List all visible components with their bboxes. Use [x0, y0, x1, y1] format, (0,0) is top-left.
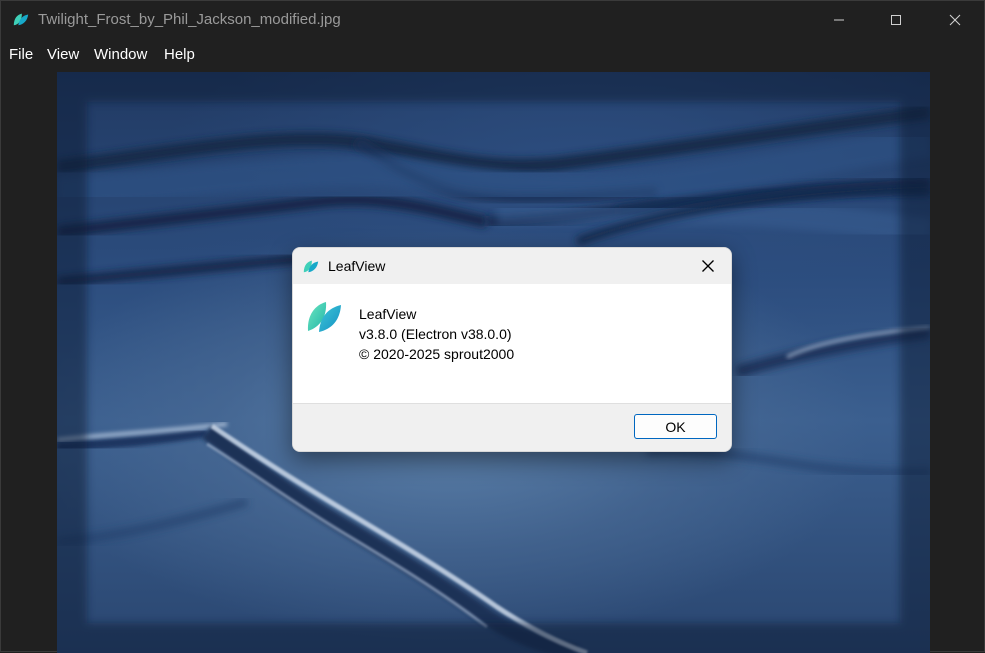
about-dialog: LeafView LeafView v3.8.0 (Electron v38.0… [292, 247, 732, 452]
title-bar[interactable]: Twilight_Frost_by_Phil_Jackson_modified.… [1, 1, 984, 39]
ok-button[interactable]: OK [634, 414, 717, 439]
app-window: Twilight_Frost_by_Phil_Jackson_modified.… [0, 0, 985, 653]
about-version: v3.8.0 (Electron v38.0.0) [359, 326, 512, 342]
window-title: Twilight_Frost_by_Phil_Jackson_modified.… [38, 11, 341, 28]
menu-bar: File View Window Help [1, 39, 984, 71]
app-logo-icon [307, 302, 341, 332]
minimize-button[interactable] [816, 1, 862, 39]
menu-file[interactable]: File [9, 46, 33, 63]
minimize-icon [834, 19, 844, 21]
leaf-icon [13, 13, 29, 26]
close-button[interactable] [932, 1, 978, 39]
dialog-title-bar[interactable]: LeafView [293, 248, 731, 284]
menu-view[interactable]: View [47, 46, 79, 63]
dialog-body: LeafView v3.8.0 (Electron v38.0.0) © 202… [293, 284, 731, 403]
about-copyright: © 2020-2025 sprout2000 [359, 346, 515, 362]
dialog-title: LeafView [328, 258, 386, 274]
dialog-close-button[interactable] [697, 255, 719, 277]
menu-help[interactable]: Help [164, 46, 195, 63]
close-icon [949, 14, 961, 26]
menu-window[interactable]: Window [94, 46, 147, 63]
maximize-icon [891, 15, 901, 25]
close-icon [702, 260, 714, 272]
about-app-name: LeafView [359, 306, 417, 322]
leaf-icon [303, 260, 319, 273]
maximize-button[interactable] [873, 1, 919, 39]
dialog-footer: OK [293, 403, 731, 451]
